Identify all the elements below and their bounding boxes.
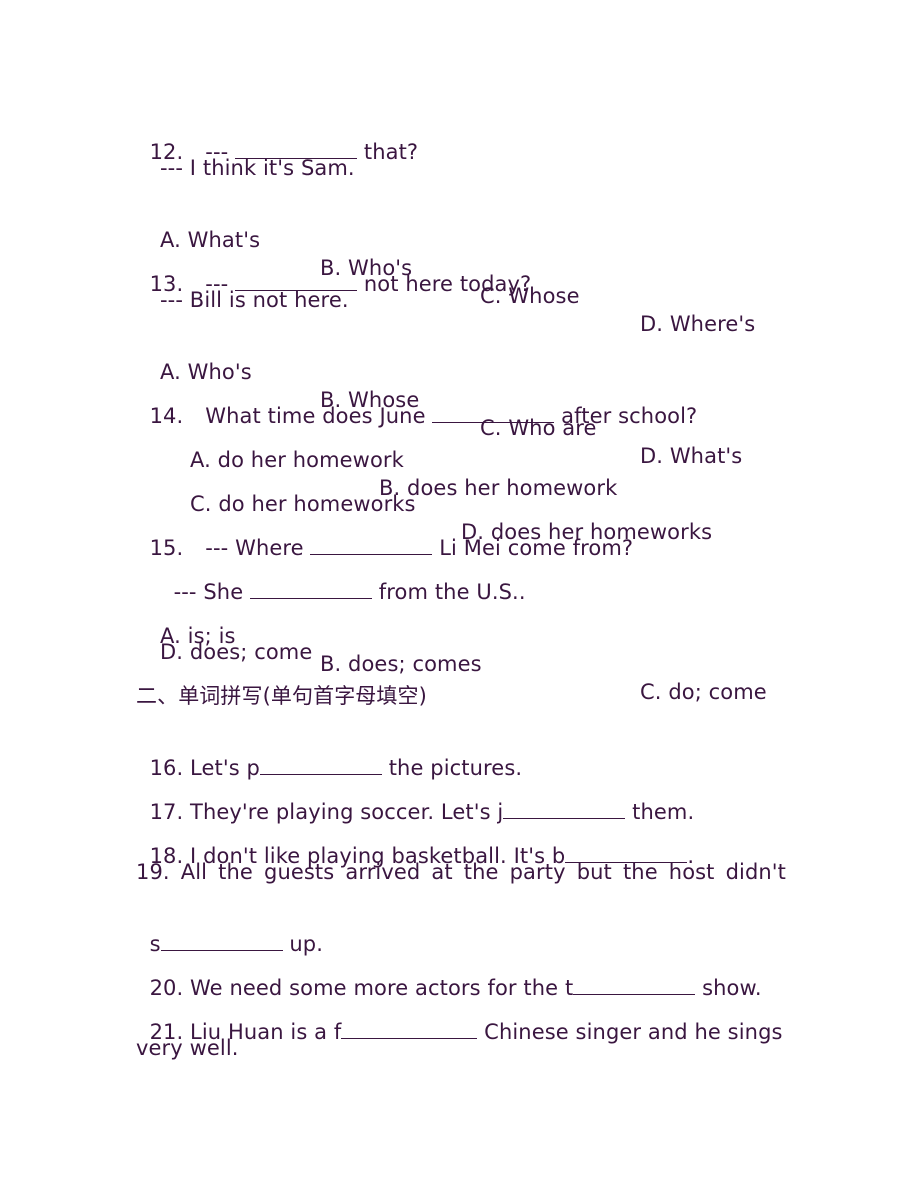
- section-2-title: 二、单词拼写(单句首字母填空): [136, 684, 427, 708]
- option-b: B. does; comes: [320, 652, 482, 676]
- item-19-line2: s up.: [136, 902, 323, 956]
- item-16: 16. Let's p the pictures.: [136, 726, 522, 780]
- option-c: C. do; come: [640, 680, 767, 704]
- question-suffix: that?: [363, 140, 419, 164]
- question-13-options: A. Who's B. Whose C. Who are D. What's: [0, 330, 920, 468]
- item-18: 18. I don't like playing basketball. It'…: [136, 814, 694, 868]
- question-13-answer: --- Bill is not here.: [160, 288, 349, 312]
- question-14: 14. What time does June after school?: [136, 374, 698, 428]
- item-19-line1: 19. All the guests arrived at the party …: [136, 860, 786, 884]
- item-21-line2: very well.: [136, 1036, 239, 1060]
- question-13: 13. --- not here today?: [136, 242, 532, 296]
- question-15-answer: --- She from the U.S..: [160, 550, 526, 604]
- item-17: 17. They're playing soccer. Let's j them…: [136, 770, 695, 824]
- question-12-answer: --- I think it's Sam.: [160, 156, 355, 180]
- item-suffix: Chinese singer and he sings: [477, 1020, 783, 1044]
- question-14-options-row1: A. do her homework B. does her homework: [0, 418, 920, 500]
- question-12-options: A. What's B. Who's C. Whose D. Where's: [0, 198, 920, 336]
- option-d: D. does; come: [160, 640, 313, 664]
- item-20: 20. We need some more actors for the t s…: [136, 946, 762, 1000]
- question-12: 12. --- that?: [136, 110, 419, 164]
- item-21-line1: 21. Liu Huan is a f Chinese singer and h…: [136, 990, 783, 1044]
- question-14-options-row2: C. do her homeworks D. does her homework…: [0, 462, 920, 544]
- question-15: 15. --- Where Li Mei come from?: [136, 506, 633, 560]
- question-15-options-row1: A. is; is B. does; comes C. do; come: [0, 594, 920, 704]
- question-suffix: not here today?: [363, 272, 532, 296]
- answer-blank: [341, 1018, 478, 1039]
